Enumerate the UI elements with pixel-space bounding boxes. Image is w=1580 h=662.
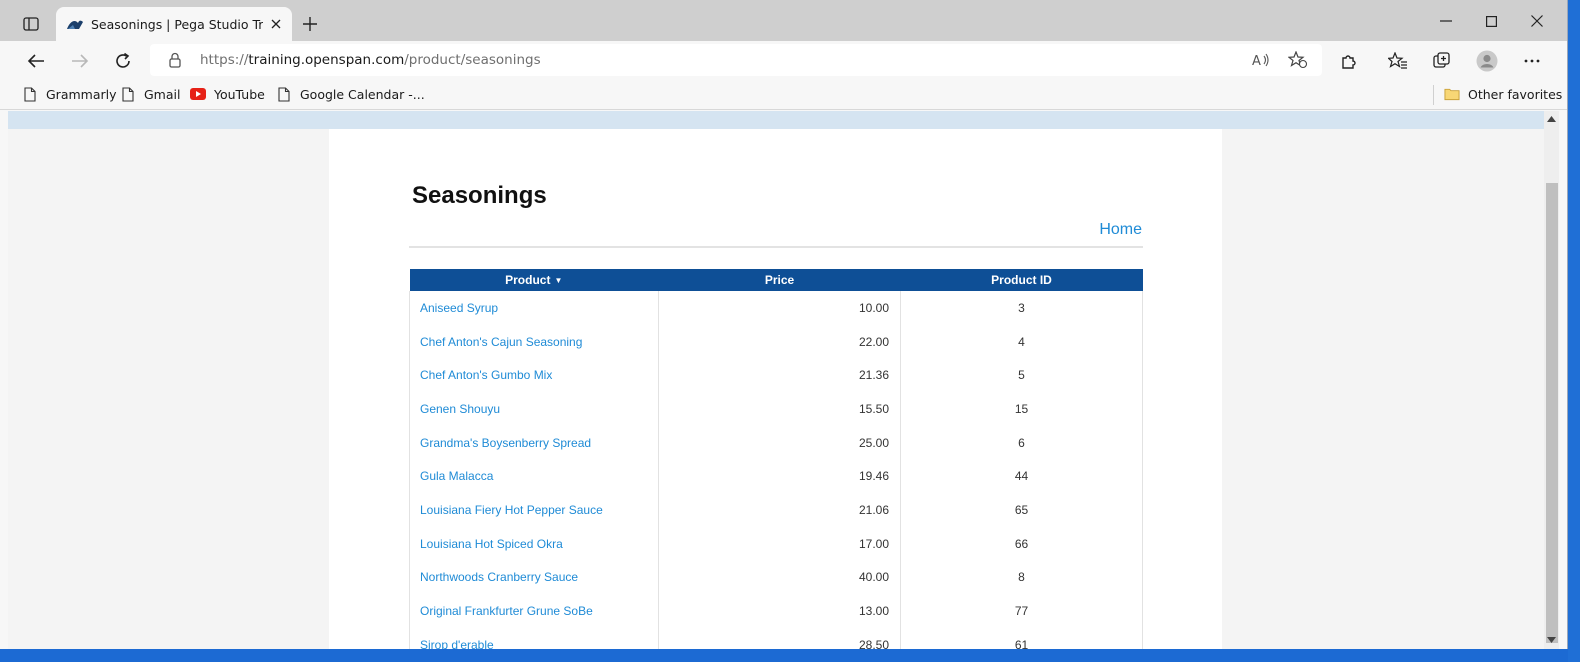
price-cell: 17.00 [658, 526, 901, 561]
forward-icon[interactable] [68, 49, 92, 73]
top-banner [8, 111, 1544, 129]
pega-favicon-icon [67, 20, 83, 29]
product-id-cell: 77 [900, 594, 1143, 628]
add-favorite-icon[interactable] [1287, 50, 1308, 74]
table-row: Louisiana Fiery Hot Pepper Sauce 21.06 65 [409, 493, 1143, 527]
table-row: Sirop d'erable 28.50 61 [409, 627, 1143, 649]
page-title: Seasonings [412, 182, 547, 209]
lock-icon[interactable] [168, 52, 182, 68]
home-link[interactable]: Home [1099, 221, 1142, 239]
table-row: Louisiana Hot Spiced Okra 17.00 66 [409, 526, 1143, 561]
content-panel: Seasonings Home Product ▼ Price Product I… [329, 129, 1222, 649]
favorite-grammarly[interactable]: Grammarly [22, 84, 117, 104]
product-link[interactable]: Louisiana Hot Spiced Okra [409, 526, 659, 561]
product-link[interactable]: Grandma's Boysenberry Spread [409, 425, 659, 460]
price-cell: 28.50 [658, 627, 901, 649]
products-table: Product ▼ Price Product ID Aniseed Syrup 1… [409, 269, 1143, 649]
back-icon[interactable] [24, 49, 48, 73]
sort-down-icon: ▼ [554, 276, 563, 286]
browser-window: Seasonings | Pega Studio Training [0, 0, 1568, 662]
favorites-icon[interactable] [1386, 49, 1410, 73]
tab-title: Seasonings | Pega Studio Training [91, 17, 263, 32]
product-link[interactable]: Northwoods Cranberry Sauce [409, 560, 659, 595]
price-cell: 13.00 [658, 594, 901, 628]
folder-icon [1444, 86, 1460, 102]
product-id-cell: 4 [900, 324, 1143, 359]
product-link[interactable]: Sirop d'erable [409, 627, 659, 649]
minimize-icon[interactable] [1435, 10, 1457, 32]
product-link[interactable]: Gula Malacca [409, 459, 659, 494]
address-bar[interactable]: https://training.openspan.com/product/se… [150, 44, 1322, 76]
table-row: Grandma's Boysenberry Spread 25.00 6 [409, 425, 1143, 460]
read-aloud-icon[interactable]: A [1252, 51, 1270, 74]
favorite-gmail[interactable]: Gmail [120, 84, 180, 104]
favorite-youtube[interactable]: YouTube [190, 84, 265, 104]
page-icon [276, 86, 292, 102]
product-id-cell: 8 [900, 560, 1143, 595]
new-tab-icon[interactable] [300, 14, 320, 34]
table-row: Northwoods Cranberry Sauce 40.00 8 [409, 560, 1143, 595]
price-cell: 15.50 [658, 392, 901, 426]
price-cell: 40.00 [658, 560, 901, 595]
svg-text:A: A [1252, 54, 1261, 69]
scroll-up-icon[interactable] [1547, 115, 1556, 123]
favbar-divider [1433, 85, 1434, 105]
refresh-icon[interactable] [111, 49, 135, 73]
divider [409, 246, 1143, 248]
taskbar-edge [0, 649, 1568, 662]
other-favorites[interactable]: Other favorites [1444, 84, 1562, 104]
extensions-icon[interactable] [1337, 49, 1361, 73]
favorites-bar: Grammarly Gmail YouTube Google Calendar … [0, 79, 1567, 110]
price-cell: 10.00 [658, 291, 901, 325]
column-header-product-id[interactable]: Product ID [900, 269, 1143, 291]
page-icon [22, 86, 38, 102]
table-row: Aniseed Syrup 10.00 3 [409, 291, 1143, 325]
tab-actions-icon[interactable] [20, 13, 42, 35]
youtube-icon [190, 86, 206, 102]
profile-avatar-icon[interactable] [1475, 49, 1499, 73]
product-id-cell: 3 [900, 291, 1143, 325]
scroll-down-icon[interactable] [1547, 636, 1556, 644]
tab-strip: Seasonings | Pega Studio Training [0, 0, 1567, 41]
column-header-product[interactable]: Product ▼ [409, 269, 659, 291]
price-cell: 19.46 [658, 459, 901, 494]
url-text[interactable]: https://training.openspan.com/product/se… [200, 52, 541, 68]
close-tab-icon[interactable] [268, 16, 284, 32]
table-row: Genen Shouyu 15.50 15 [409, 392, 1143, 426]
price-cell: 22.00 [658, 324, 901, 359]
collections-icon[interactable] [1430, 49, 1454, 73]
table-header-row: Product ▼ Price Product ID [409, 269, 1143, 291]
maximize-icon[interactable] [1480, 10, 1502, 32]
product-link[interactable]: Original Frankfurter Grune SoBe [409, 594, 659, 628]
product-id-cell: 6 [900, 425, 1143, 460]
page-viewport: Seasonings Home Product ▼ Price Product I… [8, 111, 1544, 649]
product-id-cell: 44 [900, 459, 1143, 494]
favorite-google-calendar[interactable]: Google Calendar -... [276, 84, 425, 104]
price-cell: 25.00 [658, 425, 901, 460]
page-icon [120, 86, 136, 102]
product-link[interactable]: Chef Anton's Cajun Seasoning [409, 324, 659, 359]
product-link[interactable]: Aniseed Syrup [409, 291, 659, 325]
product-id-cell: 65 [900, 493, 1143, 527]
table-row: Chef Anton's Gumbo Mix 21.36 5 [409, 358, 1143, 393]
vertical-scrollbar[interactable] [1544, 111, 1559, 649]
table-row: Gula Malacca 19.46 44 [409, 459, 1143, 494]
product-id-cell: 15 [900, 392, 1143, 426]
scrollbar-thumb[interactable] [1546, 183, 1558, 643]
price-cell: 21.06 [658, 493, 901, 527]
product-link[interactable]: Chef Anton's Gumbo Mix [409, 358, 659, 393]
product-link[interactable]: Genen Shouyu [409, 392, 659, 426]
close-window-icon[interactable] [1526, 10, 1548, 32]
product-id-cell: 66 [900, 526, 1143, 561]
tab-seasonings[interactable]: Seasonings | Pega Studio Training [56, 7, 292, 41]
product-id-cell: 61 [900, 627, 1143, 649]
column-header-price[interactable]: Price [658, 269, 901, 291]
price-cell: 21.36 [658, 358, 901, 393]
table-row: Chef Anton's Cajun Seasoning 22.00 4 [409, 324, 1143, 359]
browser-toolbar: https://training.openspan.com/product/se… [0, 41, 1567, 79]
more-options-icon[interactable] [1520, 49, 1544, 73]
product-link[interactable]: Louisiana Fiery Hot Pepper Sauce [409, 493, 659, 527]
table-row: Original Frankfurter Grune SoBe 13.00 77 [409, 594, 1143, 628]
product-id-cell: 5 [900, 358, 1143, 393]
